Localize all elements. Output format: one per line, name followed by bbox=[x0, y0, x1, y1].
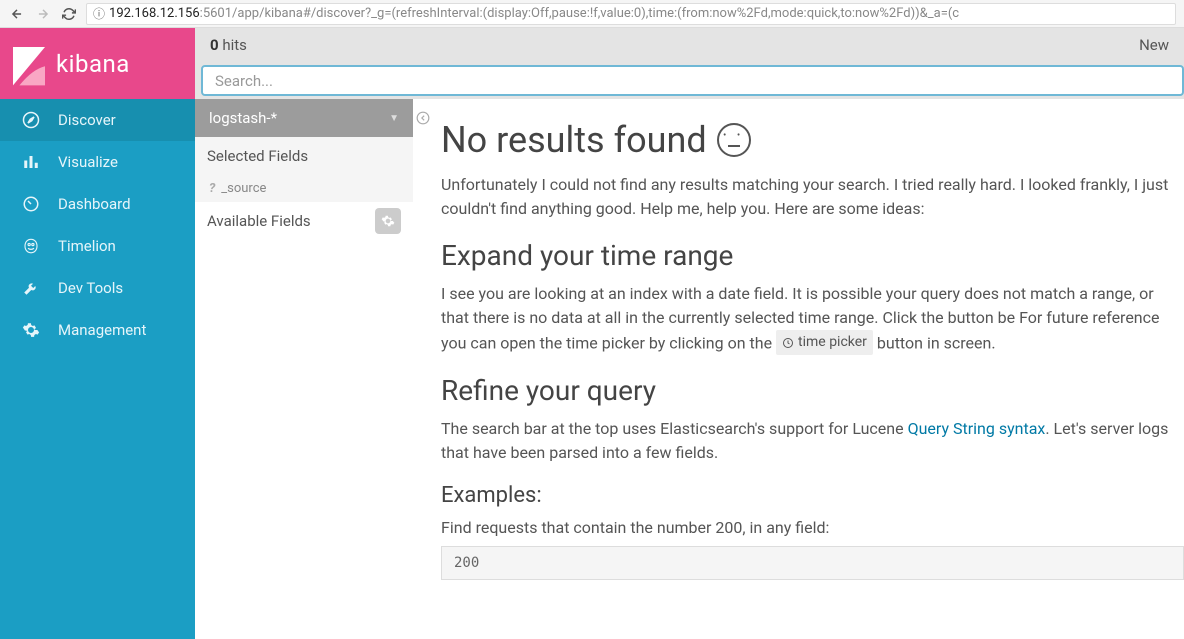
nav-discover[interactable]: Discover bbox=[0, 99, 195, 141]
bar-chart-icon bbox=[22, 153, 40, 171]
query-string-syntax-link[interactable]: Query String syntax bbox=[908, 419, 1046, 438]
nav-visualize[interactable]: Visualize bbox=[0, 141, 195, 183]
field-type-icon: ? bbox=[209, 181, 215, 196]
nav-label: Visualize bbox=[58, 153, 118, 171]
sidebar: kibana Discover Visualize Dashboard Time… bbox=[0, 28, 195, 639]
compass-icon bbox=[22, 111, 40, 129]
search-input[interactable] bbox=[201, 65, 1184, 96]
selected-fields-header: Selected Fields bbox=[195, 137, 413, 175]
hits-count: 0 hits bbox=[210, 36, 247, 54]
examples-heading: Examples: bbox=[441, 483, 1184, 508]
content-row: logstash-* ▼ Selected Fields ? _source A… bbox=[195, 99, 1184, 639]
expand-time-text: I see you are looking at an index with a… bbox=[441, 282, 1184, 356]
available-fields-header: Available Fields bbox=[195, 202, 413, 240]
nav-label: Dev Tools bbox=[58, 279, 123, 297]
collapse-fields-icon[interactable] bbox=[415, 110, 431, 126]
field-source[interactable]: ? _source bbox=[195, 175, 413, 202]
browser-back-button[interactable] bbox=[8, 5, 26, 23]
nav-label: Management bbox=[58, 321, 146, 339]
main: 0 hits New logstash-* ▼ Selected Fields … bbox=[195, 28, 1184, 639]
clock-icon bbox=[782, 337, 794, 349]
nav-management[interactable]: Management bbox=[0, 309, 195, 351]
info-icon: ⓘ bbox=[93, 5, 105, 22]
nav-devtools[interactable]: Dev Tools bbox=[0, 267, 195, 309]
nav: Discover Visualize Dashboard Timelion De… bbox=[0, 99, 195, 351]
wrench-icon bbox=[22, 279, 40, 297]
search-row bbox=[195, 62, 1184, 99]
kibana-logo-icon bbox=[12, 47, 46, 81]
nav-label: Discover bbox=[58, 111, 116, 129]
example-code: 200 bbox=[441, 546, 1184, 580]
index-pattern-picker[interactable]: logstash-* ▼ bbox=[195, 99, 413, 137]
app-container: kibana Discover Visualize Dashboard Time… bbox=[0, 28, 1184, 639]
new-link[interactable]: New bbox=[1139, 36, 1169, 54]
browser-forward-button[interactable] bbox=[34, 5, 52, 23]
neutral-face-icon bbox=[717, 123, 751, 157]
no-results-intro: Unfortunately I could not find any resul… bbox=[441, 173, 1184, 221]
url-path: :5601/app/kibana#/discover?_g=(refreshIn… bbox=[200, 6, 959, 21]
topbar: 0 hits New bbox=[195, 28, 1184, 62]
caret-down-icon: ▼ bbox=[389, 113, 399, 124]
refine-query-text: The search bar at the top uses Elasticse… bbox=[441, 417, 1184, 465]
browser-chrome: ⓘ 192.168.12.156:5601/app/kibana#/discov… bbox=[0, 0, 1184, 28]
browser-reload-button[interactable] bbox=[60, 5, 78, 23]
example-label: Find requests that contain the number 20… bbox=[441, 516, 1184, 540]
nav-label: Timelion bbox=[58, 237, 116, 255]
no-results-heading: No results found bbox=[441, 119, 1184, 161]
nav-dashboard[interactable]: Dashboard bbox=[0, 183, 195, 225]
brand[interactable]: kibana bbox=[0, 28, 195, 99]
dashboard-icon bbox=[22, 195, 40, 213]
gear-icon bbox=[22, 321, 40, 339]
nav-label: Dashboard bbox=[58, 195, 131, 213]
refine-query-heading: Refine your query bbox=[441, 374, 1184, 407]
index-pattern-label: logstash-* bbox=[209, 109, 277, 127]
nav-timelion[interactable]: Timelion bbox=[0, 225, 195, 267]
url-host: 192.168.12.156 bbox=[109, 6, 200, 21]
fields-panel: logstash-* ▼ Selected Fields ? _source A… bbox=[195, 99, 413, 639]
brand-text: kibana bbox=[56, 50, 130, 78]
timelion-icon bbox=[22, 237, 40, 255]
time-picker-chip: time picker bbox=[776, 330, 873, 355]
fields-settings-button[interactable] bbox=[375, 208, 401, 234]
expand-time-heading: Expand your time range bbox=[441, 239, 1184, 272]
browser-url-bar[interactable]: ⓘ 192.168.12.156:5601/app/kibana#/discov… bbox=[86, 3, 1176, 25]
field-name: _source bbox=[221, 181, 266, 196]
results-area: No results found Unfortunately I could n… bbox=[413, 99, 1184, 639]
